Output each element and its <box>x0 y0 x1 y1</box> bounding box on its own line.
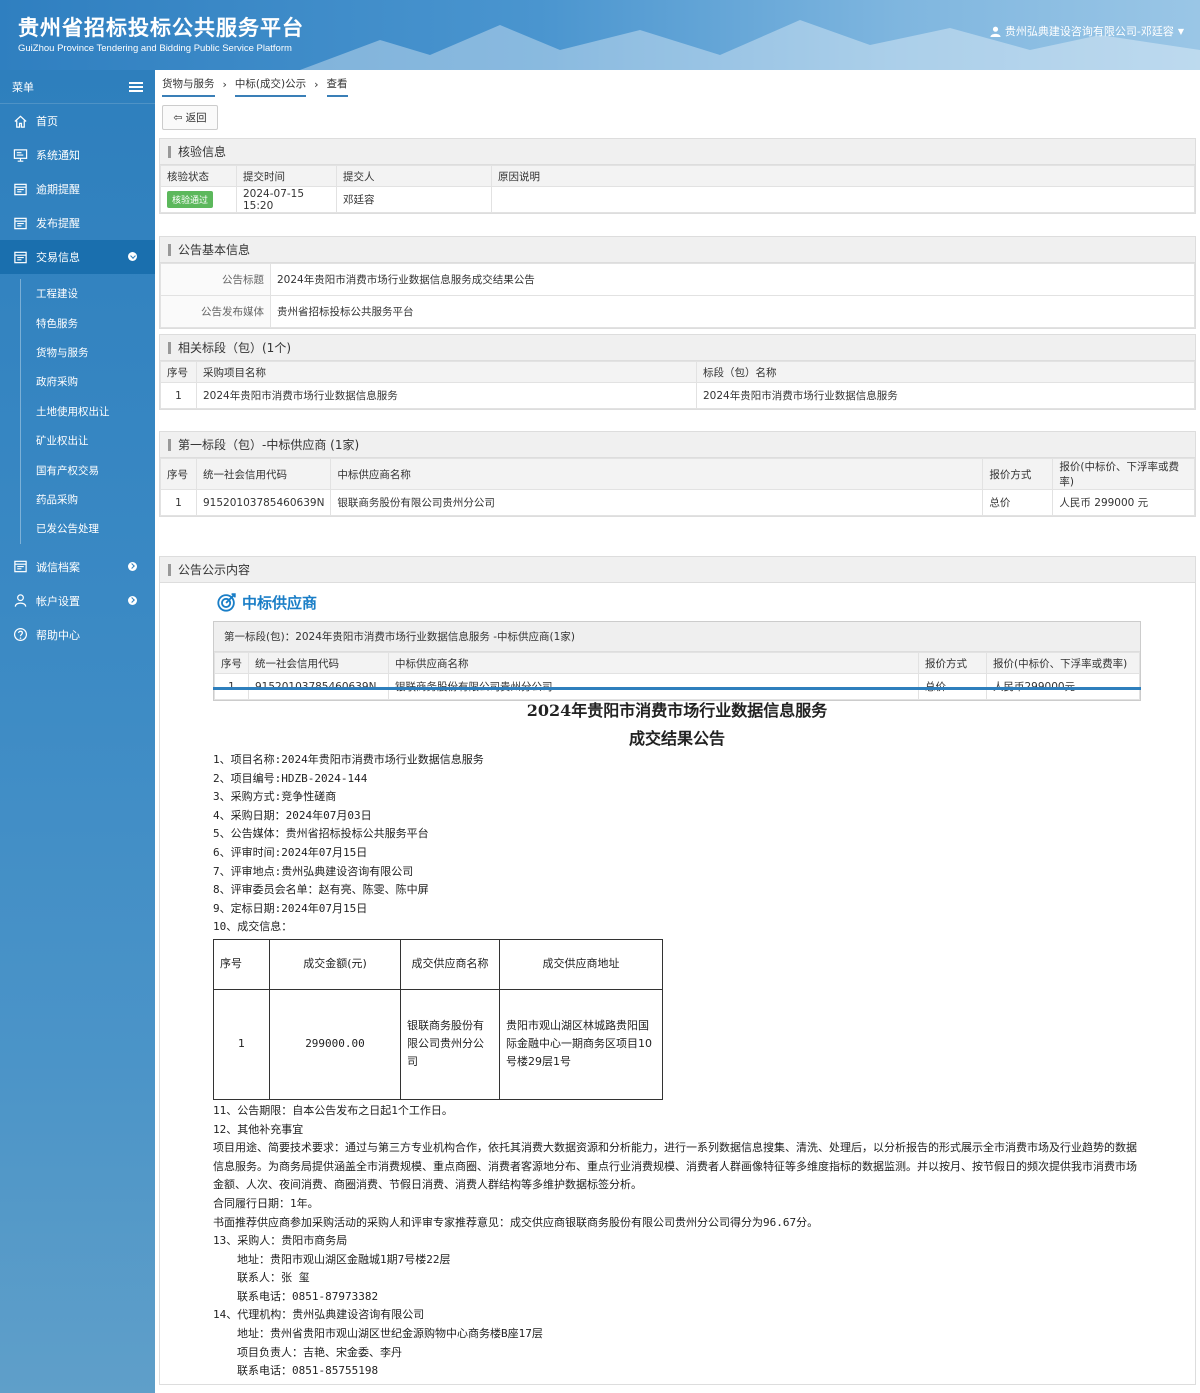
sidebar-subitem-published[interactable]: 已发公告处理 <box>21 514 155 543</box>
site-title: 贵州省招标投标公共服务平台 <box>18 16 304 40</box>
user-icon <box>990 26 1001 37</box>
basic-info-title: 公告基本信息 <box>160 237 1195 263</box>
user-icon <box>12 593 28 609</box>
sidebar-subitem-state-property[interactable]: 国有产权交易 <box>21 455 155 484</box>
winner-box-table: 序号 统一社会信用代码 中标供应商名称 报价方式 报价(中标价、下浮率或费率) … <box>214 652 1140 700</box>
list-icon <box>12 215 28 231</box>
sidebar-item-publish-reminder[interactable]: 发布提醒 <box>0 206 155 240</box>
sidebar-item-account[interactable]: 帐户设置 <box>0 584 155 618</box>
table-row: 1 91520103785460639N 银联商务股份有限公司贵州分公司 总价 … <box>160 489 1195 516</box>
sidebar-subitem-gov-procurement[interactable]: 政府采购 <box>21 367 155 396</box>
breadcrumb-view[interactable]: 查看 <box>326 76 348 97</box>
winner-title: 第一标段（包）-中标供应商 (1家) <box>160 432 1195 458</box>
segments-panel: 相关标段（包）(1个) 序号 采购项目名称 标段（包）名称 1 2024年贵阳市… <box>159 334 1196 410</box>
menu-label: 菜单 <box>12 80 34 94</box>
winner-table: 序号 统一社会信用代码 中标供应商名称 报价方式 报价(中标价、下浮率或费率) … <box>160 458 1195 516</box>
chevron-right-icon: › <box>314 77 319 91</box>
main-content: 货物与服务 › 中标(成交)公示 › 查看 ⇦ 返回 核验信息 核验状态 提交时… <box>155 70 1200 1393</box>
sidebar-submenu: 工程建设 特色服务 货物与服务 政府采购 土地使用权出让 矿业权出让 国有产权交… <box>20 279 155 544</box>
notice-title-value: 2024年贵阳市消费市场行业数据信息服务成交结果公告 <box>270 263 1195 296</box>
sidebar-item-overdue[interactable]: 逾期提醒 <box>0 172 155 206</box>
sidebar-subitem-drugs[interactable]: 药品采购 <box>21 485 155 514</box>
segments-title: 相关标段（包）(1个) <box>160 335 1195 361</box>
list-icon <box>12 559 28 575</box>
chevron-right-icon <box>128 561 137 571</box>
user-name: 贵州弘典建设咨询有限公司-邓廷容 <box>1004 25 1174 38</box>
user-menu[interactable]: 贵州弘典建设咨询有限公司-邓廷容 ▼ <box>990 23 1184 39</box>
status-badge: 核验通过 <box>167 191 214 208</box>
sidebar-item-notice[interactable]: 系统通知 <box>0 138 155 172</box>
top-header: 贵州省招标投标公共服务平台 GuiZhou Province Tendering… <box>0 0 1200 70</box>
sidebar-item-credit[interactable]: 诚信档案 <box>0 550 155 584</box>
winner-box-title: 第一标段(包)：2024年贵阳市消费市场行业数据信息服务 -中标供应商(1家) <box>214 622 1140 652</box>
target-icon <box>217 593 236 612</box>
breadcrumb-award-notice[interactable]: 中标(成交)公示 <box>234 76 307 97</box>
winner-heading: 中标供应商 <box>216 591 317 613</box>
sidebar-subitem-mining[interactable]: 矿业权出让 <box>21 426 155 455</box>
menu-toggle-icon[interactable] <box>129 81 143 92</box>
sidebar-header: 菜单 <box>0 70 155 104</box>
notice-content-title: 公告公示内容 <box>160 557 1195 583</box>
table-row: 1 299000.00 银联商务股份有限公司贵州分公司 贵阳市观山湖区林城路贵阳… <box>213 988 663 1100</box>
doc-title-line1: 2024年贵阳市消费市场行业数据信息服务 <box>526 701 828 720</box>
home-icon <box>12 113 28 129</box>
breadcrumb: 货物与服务 › 中标(成交)公示 › 查看 <box>162 76 348 97</box>
supplement-paragraph: 项目用途、简要技术要求：通过与第三方专业机构合作，依托其消费大数据资源和分析能力… <box>213 1141 1137 1192</box>
sidebar: 菜单 首页 系统通知 逾期提醒 发布提醒 交易信息 工程建设 特色服务 货物与服… <box>0 70 155 1393</box>
sidebar-item-trade-info[interactable]: 交易信息 <box>0 240 155 274</box>
table-row: 1 2024年贵阳市消费市场行业数据信息服务 2024年贵阳市消费市场行业数据信… <box>160 382 1195 409</box>
list-icon <box>12 249 28 265</box>
sidebar-subitem-land[interactable]: 土地使用权出让 <box>21 397 155 426</box>
breadcrumb-goods[interactable]: 货物与服务 <box>162 76 215 97</box>
caret-down-icon: ▼ <box>1177 26 1184 36</box>
monitor-icon <box>12 147 28 163</box>
verify-table: 核验状态 提交时间 提交人 原因说明 核验通过 2024-07-15 15:20… <box>160 165 1195 213</box>
basic-info-table: 公告标题 2024年贵阳市消费市场行业数据信息服务成交结果公告 公告发布媒体 贵… <box>160 263 1195 328</box>
notice-content-panel: 公告公示内容 中标供应商 第一标段(包)：2024年贵阳市消费市场行业数据信息服… <box>159 556 1196 1385</box>
back-button[interactable]: ⇦ 返回 <box>162 105 218 130</box>
verify-title: 核验信息 <box>160 139 1195 165</box>
list-icon <box>12 181 28 197</box>
divider <box>213 687 1141 690</box>
doc-title-line2: 成交结果公告 <box>628 729 725 748</box>
basic-info-panel: 公告基本信息 公告标题 2024年贵阳市消费市场行业数据信息服务成交结果公告 公… <box>159 236 1196 329</box>
site-subtitle: GuiZhou Province Tendering and Bidding P… <box>18 43 292 54</box>
sidebar-item-home[interactable]: 首页 <box>0 104 155 138</box>
notice-media-value: 贵州省招标投标公共服务平台 <box>270 295 1195 328</box>
verify-panel: 核验信息 核验状态 提交时间 提交人 原因说明 核验通过 2024-07-15 … <box>159 138 1196 214</box>
sidebar-subitem-special[interactable]: 特色服务 <box>21 308 155 337</box>
reason <box>491 186 1195 213</box>
back-icon: ⇦ <box>173 111 183 124</box>
doc-body: 1、项目名称:2024年贵阳市消费市场行业数据信息服务 2、项目编号:HDZB-… <box>213 751 1143 1381</box>
sidebar-item-help[interactable]: 帮助中心 <box>0 618 155 652</box>
deal-table: 序号 成交金额(元) 成交供应商名称 成交供应商地址 1 299000.00 银… <box>213 938 663 1100</box>
help-icon <box>12 627 28 643</box>
chevron-down-icon <box>128 252 137 261</box>
segments-table: 序号 采购项目名称 标段（包）名称 1 2024年贵阳市消费市场行业数据信息服务… <box>160 361 1195 409</box>
sidebar-subitem-goods[interactable]: 货物与服务 <box>21 338 155 367</box>
chevron-right-icon: › <box>222 77 227 91</box>
submit-time: 2024-07-15 15:20 <box>236 186 337 213</box>
submitter: 邓廷容 <box>336 186 492 213</box>
sidebar-subitem-engineering[interactable]: 工程建设 <box>21 279 155 308</box>
chevron-right-icon <box>128 595 137 605</box>
winner-panel: 第一标段（包）-中标供应商 (1家) 序号 统一社会信用代码 中标供应商名称 报… <box>159 431 1196 517</box>
